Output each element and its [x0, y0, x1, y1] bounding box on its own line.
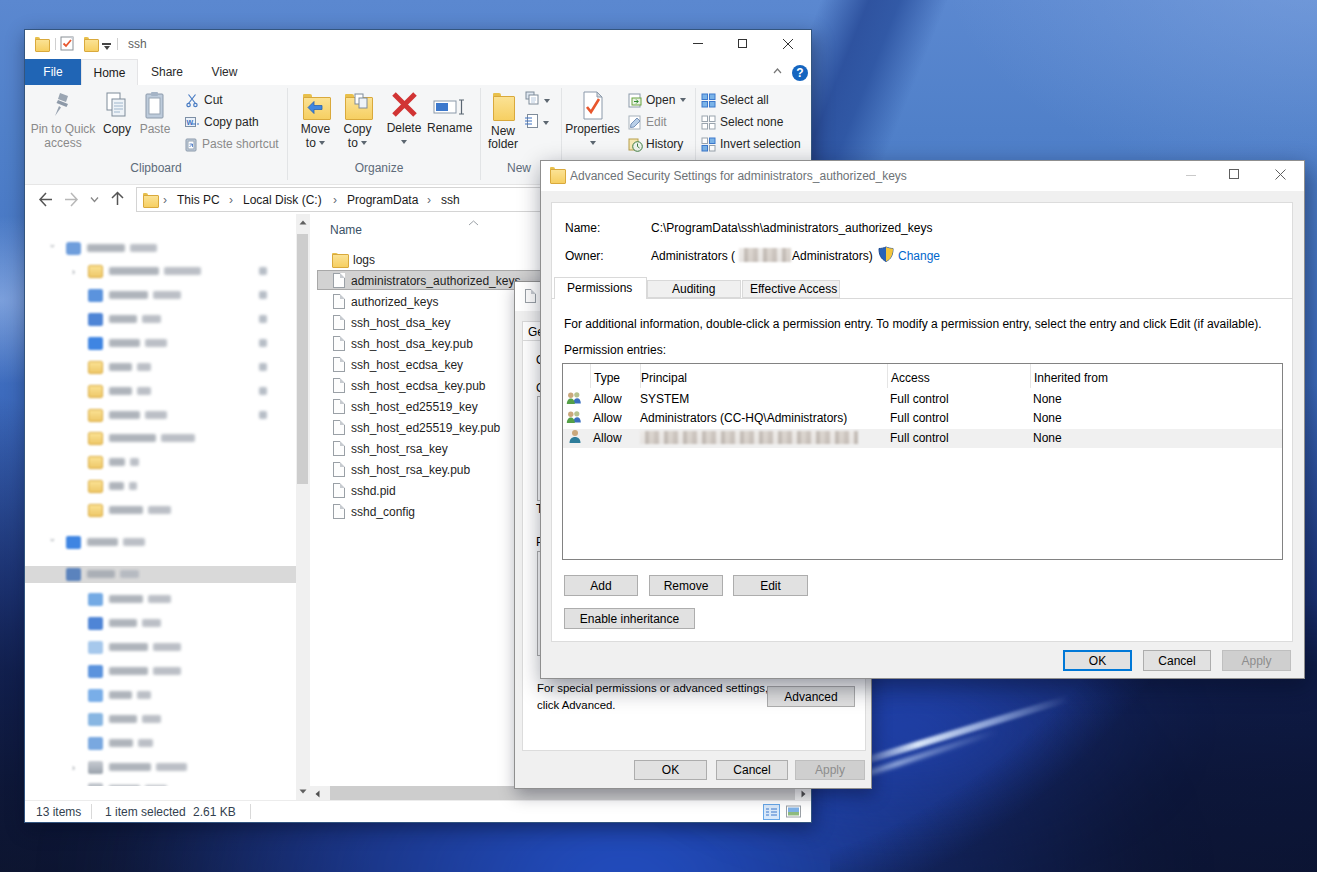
svg-text:W: W	[187, 119, 194, 126]
